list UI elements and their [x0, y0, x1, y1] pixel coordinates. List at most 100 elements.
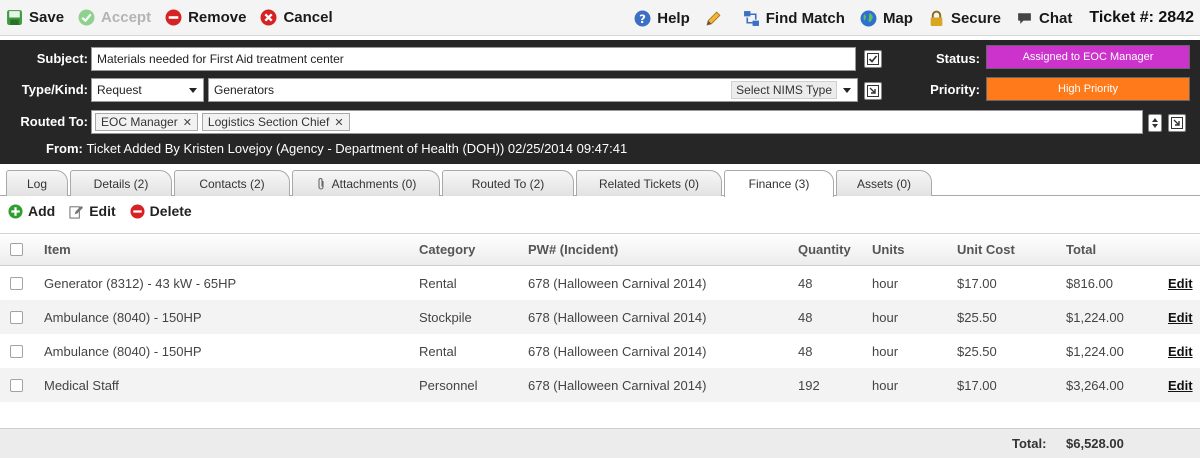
remove-label: Remove: [188, 9, 247, 26]
cell-total: $3,264.00: [1066, 377, 1124, 393]
row-checkbox[interactable]: [10, 378, 23, 392]
subject-value: Materials needed for First Aid treatment…: [97, 52, 344, 66]
tab-label: Assets (0): [856, 176, 911, 191]
tab-label: Related Tickets (0): [598, 176, 700, 191]
total-label: Total:: [1012, 436, 1047, 451]
tab-finance[interactable]: Finance (3): [724, 170, 834, 197]
secure-button[interactable]: Secure: [928, 10, 1001, 27]
spellcheck-button[interactable]: [864, 50, 882, 68]
cell-item: Ambulance (8040) - 150HP: [44, 309, 202, 325]
tab-attachments[interactable]: Attachments (0): [292, 170, 440, 196]
priority-select[interactable]: High Priority: [986, 77, 1190, 101]
table-row[interactable]: Ambulance (8040) - 150HP Stockpile 678 (…: [0, 300, 1200, 334]
tab-routed-to[interactable]: Routed To (2): [442, 170, 574, 196]
save-button[interactable]: Save: [6, 9, 64, 26]
routed-tag-logistics-chief: Logistics Section Chief ✕: [201, 113, 350, 131]
map-button[interactable]: Map: [860, 10, 913, 27]
tab-contacts[interactable]: Contacts (2): [174, 170, 290, 196]
col-quantity[interactable]: Quantity: [798, 234, 851, 265]
routed-spinner[interactable]: [1148, 114, 1162, 132]
routed-tag-label: EOC Manager: [101, 115, 178, 129]
nims-type-select[interactable]: Select NIMS Type: [731, 81, 837, 99]
globe-icon: [860, 10, 877, 26]
cell-category: Rental: [419, 275, 457, 291]
delete-label: Delete: [149, 203, 192, 219]
chat-button[interactable]: Chat: [1016, 10, 1072, 27]
chevron-down-icon: [189, 87, 197, 93]
col-category[interactable]: Category: [419, 234, 475, 265]
type-select[interactable]: Request: [91, 78, 204, 102]
finance-actions: Add Edit Delete: [8, 201, 206, 221]
row-checkbox[interactable]: [10, 310, 23, 324]
from-label: From:: [46, 141, 83, 156]
tab-related-tickets[interactable]: Related Tickets (0): [576, 170, 722, 196]
status-label: Status:: [935, 51, 980, 66]
row-edit-link[interactable]: Edit: [1168, 276, 1193, 291]
save-label: Save: [29, 9, 65, 26]
kind-select[interactable]: Generators Select NIMS Type: [208, 78, 858, 102]
status-select[interactable]: Assigned to EOC Manager: [986, 45, 1190, 69]
type-value: Request: [97, 83, 142, 97]
col-item[interactable]: Item: [44, 234, 71, 265]
cell-quantity: 48: [798, 275, 813, 291]
delete-button[interactable]: Delete: [130, 203, 192, 219]
cell-unit-cost: $25.50: [957, 343, 997, 359]
row-edit-link[interactable]: Edit: [1168, 310, 1193, 325]
lookup-button[interactable]: [864, 82, 882, 100]
chevron-down-icon: [843, 87, 851, 93]
routed-to-field[interactable]: EOC Manager ✕ Logistics Section Chief ✕: [91, 110, 1143, 134]
edit-button[interactable]: Edit: [69, 203, 116, 219]
col-total[interactable]: Total: [1066, 234, 1096, 265]
tab-details[interactable]: Details (2): [70, 170, 172, 196]
close-circle-icon: [260, 9, 277, 26]
help-label: Help: [657, 9, 690, 27]
cell-units: hour: [872, 377, 899, 393]
chat-icon: [1018, 12, 1031, 24]
cell-quantity: 48: [798, 309, 813, 325]
cell-pw: 678 (Halloween Carnival 2014): [528, 309, 707, 325]
cancel-button[interactable]: Cancel: [260, 9, 333, 26]
cell-units: hour: [872, 309, 899, 325]
lookup-icon: [1171, 117, 1183, 129]
remove-button[interactable]: Remove: [165, 9, 246, 26]
table-row[interactable]: Medical Staff Personnel 678 (Halloween C…: [0, 368, 1200, 402]
table-row[interactable]: Generator (8312) - 43 kW - 65HP Rental 6…: [0, 266, 1200, 300]
ticket-number: Ticket #: 2842: [1089, 9, 1194, 26]
routed-to-label: Routed To:: [20, 114, 88, 129]
tab-assets[interactable]: Assets (0): [836, 170, 932, 196]
row-checkbox[interactable]: [10, 344, 23, 358]
cell-category: Stockpile: [419, 309, 472, 325]
lock-icon: [930, 10, 943, 26]
add-button[interactable]: Add: [8, 203, 55, 219]
table-row[interactable]: Ambulance (8040) - 150HP Rental 678 (Hal…: [0, 334, 1200, 368]
cell-units: hour: [872, 343, 899, 359]
cell-pw: 678 (Halloween Carnival 2014): [528, 275, 707, 291]
help-button[interactable]: ? Help: [634, 10, 690, 27]
remove-tag-icon[interactable]: ✕: [334, 116, 343, 129]
col-pw-incident[interactable]: PW# (Incident): [528, 234, 618, 265]
paperclip-icon: [318, 177, 324, 190]
find-match-button[interactable]: Find Match: [743, 10, 845, 27]
add-icon: [8, 203, 23, 219]
remove-tag-icon[interactable]: ✕: [183, 116, 192, 129]
pencil-button[interactable]: [705, 10, 728, 27]
row-checkbox[interactable]: [10, 276, 23, 290]
row-edit-link[interactable]: Edit: [1168, 378, 1193, 393]
cell-units: hour: [872, 275, 899, 291]
row-edit-link[interactable]: Edit: [1168, 344, 1193, 359]
subject-field[interactable]: Materials needed for First Aid treatment…: [91, 47, 856, 71]
select-all-checkbox[interactable]: [10, 243, 23, 256]
tab-label: Routed To (2): [471, 176, 545, 191]
accept-button[interactable]: Accept: [78, 9, 151, 26]
ticket-origin: From: Ticket Added By Kristen Lovejoy (A…: [46, 141, 627, 156]
edit-icon: [69, 205, 84, 219]
find-match-label: Find Match: [765, 9, 845, 27]
tab-log[interactable]: Log: [6, 170, 68, 196]
add-label: Add: [28, 203, 56, 219]
routed-lookup-button[interactable]: [1168, 114, 1186, 132]
ticket-header: Subject: Materials needed for First Aid …: [0, 40, 1200, 164]
col-unit-cost[interactable]: Unit Cost: [957, 234, 1015, 265]
kind-value: Generators: [214, 83, 275, 97]
col-units[interactable]: Units: [872, 234, 905, 265]
total-value: $6,528.00: [1066, 436, 1124, 451]
